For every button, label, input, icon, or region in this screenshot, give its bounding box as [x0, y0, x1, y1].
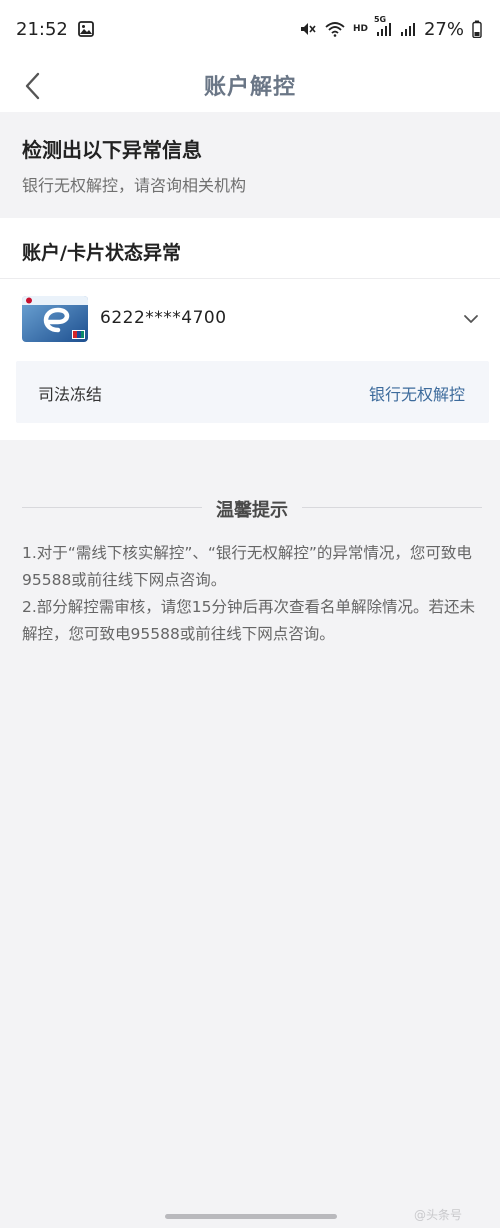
- account-section: 账户/卡片状态异常 6222****4700 司法冻结 银行无权解控: [0, 218, 500, 440]
- battery-icon: [472, 20, 482, 38]
- alert-section: 检测出以下异常信息 银行无权解控，请咨询相关机构: [0, 112, 500, 218]
- signal-icon-2: [400, 21, 416, 37]
- signal-icon: 5G: [374, 15, 392, 37]
- status-label: 司法冻结: [38, 385, 103, 404]
- network-gen-label: 5G: [373, 15, 387, 24]
- tips-heading: 温馨提示: [216, 500, 288, 521]
- alert-subtitle: 银行无权解控，请咨询相关机构: [22, 176, 247, 195]
- status-bar: 21:52 HD 5G 27%: [0, 0, 500, 58]
- tips-item-2: 2.部分解控需审核，请您15分钟后再次查看名单解除情况。若还未解控，您可致电95…: [22, 598, 476, 643]
- alert-title: 检测出以下异常信息: [22, 138, 202, 162]
- section-title: 账户/卡片状态异常: [22, 242, 181, 264]
- bank-card-image: [22, 296, 88, 342]
- mute-icon: [299, 21, 317, 37]
- page-title: 账户解控: [203, 75, 296, 100]
- watermark: @头条号: [414, 1208, 463, 1222]
- image-icon: [77, 21, 94, 37]
- status-value: 银行无权解控: [368, 385, 465, 404]
- card-status-row: 司法冻结 银行无权解控: [16, 361, 489, 423]
- wifi-icon: [325, 21, 345, 37]
- page-header: 账户解控: [0, 58, 500, 112]
- card-row[interactable]: 6222****4700: [0, 279, 500, 359]
- tips-heading-row: 温馨提示: [0, 490, 500, 530]
- chevron-down-icon[interactable]: [460, 309, 482, 329]
- tips-item-1: 1.对于“需线下核实解控”、“银行无权解控”的异常情况，您可致电95588或前往…: [22, 544, 472, 589]
- status-right: HD 5G 27%: [299, 15, 482, 40]
- tips-divider-left: [22, 507, 202, 508]
- status-left: 21:52: [16, 19, 94, 40]
- tips-text: 1.对于“需线下核实解控”、“银行无权解控”的异常情况，您可致电95588或前往…: [22, 540, 482, 648]
- card-number: 6222****4700: [100, 308, 227, 328]
- status-time: 21:52: [16, 18, 68, 40]
- battery-percent: 27%: [423, 18, 464, 40]
- home-indicator[interactable]: [165, 1214, 337, 1219]
- chevron-left-icon: [25, 72, 40, 100]
- back-button[interactable]: [14, 66, 50, 106]
- tips-divider-right: [302, 507, 482, 508]
- network-hd-label: HD: [352, 24, 368, 34]
